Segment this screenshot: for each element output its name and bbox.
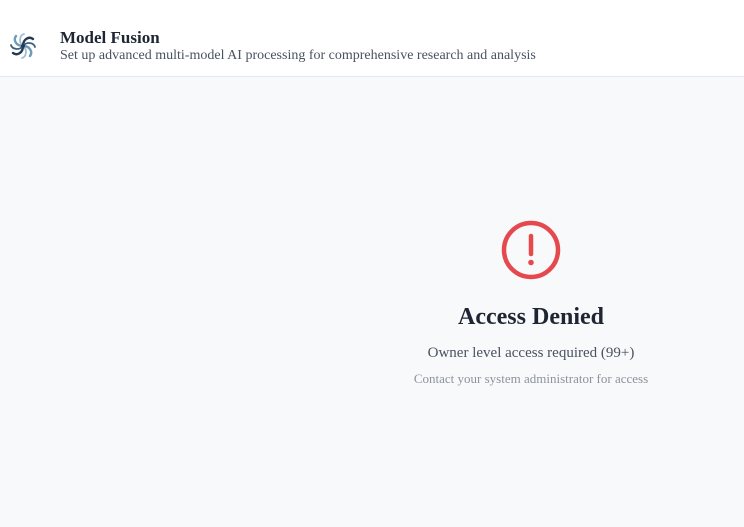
access-denied-hint: Contact your system administrator for ac…	[413, 371, 649, 386]
main-content: Access Denied Owner level access require…	[0, 77, 744, 527]
app-title: Model Fusion	[60, 28, 160, 47]
access-denied-message: Owner level access required (99+)	[427, 345, 635, 361]
app-subtitle: Set up advanced multi-model AI processin…	[60, 48, 536, 63]
app-header: Model Fusion Set up advanced multi-model…	[0, 0, 744, 77]
access-denied-title: Access Denied	[458, 304, 604, 330]
alert-circle-icon	[501, 220, 561, 280]
access-denied-panel: Access Denied Owner level access require…	[361, 219, 701, 387]
spiral-logo-icon	[10, 33, 36, 59]
